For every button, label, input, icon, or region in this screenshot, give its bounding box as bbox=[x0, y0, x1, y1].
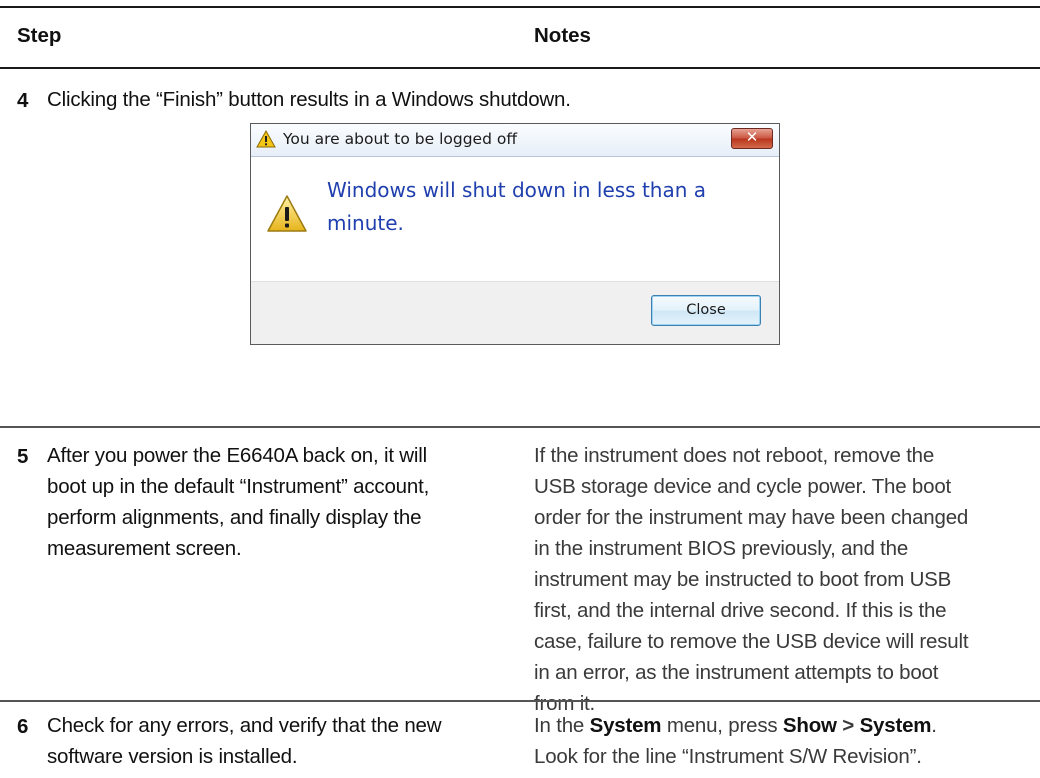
step-number-6: 6 bbox=[17, 715, 29, 738]
note-5-line-2: USB storage device and cycle power. The … bbox=[534, 475, 952, 498]
step-number-5: 5 bbox=[17, 445, 29, 468]
note-6-line-1: In the System menu, press Show > System. bbox=[534, 710, 937, 741]
dialog-footer: Close bbox=[251, 281, 779, 344]
table-top-rule bbox=[0, 6, 1040, 8]
header-notes: Notes bbox=[534, 24, 591, 47]
note-5-line-4: in the instrument BIOS previously, and t… bbox=[534, 537, 909, 560]
note-6-text-c: . bbox=[931, 714, 937, 737]
close-icon: ✕ bbox=[745, 128, 759, 146]
note-6-text-a: In the bbox=[534, 714, 590, 737]
dialog-message: Windows will shut down in less than a mi… bbox=[327, 178, 707, 235]
step-6-line-1: Check for any errors, and verify that th… bbox=[47, 714, 442, 737]
note-6-text-b: menu, press bbox=[661, 714, 783, 737]
dialog-title: You are about to be logged off bbox=[283, 130, 518, 148]
step-5-line-4: measurement screen. bbox=[47, 537, 242, 560]
note-5-line-1: If the instrument does not reboot, remov… bbox=[534, 444, 935, 467]
warning-icon bbox=[256, 130, 276, 148]
close-button[interactable]: Close bbox=[651, 295, 761, 326]
warning-icon-large bbox=[267, 195, 307, 232]
header-bottom-rule bbox=[0, 67, 1040, 69]
step-number-4: 4 bbox=[17, 89, 29, 112]
row-5-bottom-rule bbox=[0, 700, 1040, 702]
system-key: System bbox=[859, 714, 932, 737]
note-5-line-5: instrument may be instructed to boot fro… bbox=[534, 568, 952, 591]
note-5-line-7: case, failure to remove the USB device w… bbox=[534, 630, 969, 653]
key-separator: > bbox=[836, 714, 860, 737]
step-6-line-2: software version is installed. bbox=[47, 745, 298, 768]
show-key: Show bbox=[782, 714, 837, 737]
close-window-button[interactable]: ✕ bbox=[731, 128, 773, 149]
note-6-line-2: Look for the line “Instrument S/W Revisi… bbox=[534, 745, 922, 768]
dialog-titlebar: You are about to be logged off ✕ bbox=[251, 124, 779, 157]
note-5-line-3: order for the instrument may have been c… bbox=[534, 506, 969, 529]
step-5-line-1: After you power the E6640A back on, it w… bbox=[47, 444, 427, 467]
logoff-dialog: You are about to be logged off ✕ Windows… bbox=[250, 123, 780, 345]
step-4-text: Clicking the “Finish” button results in … bbox=[47, 88, 571, 111]
note-5-line-8: in an error, as the instrument attempts … bbox=[534, 661, 939, 684]
step-5-line-2: boot up in the default “Instrument” acco… bbox=[47, 475, 430, 498]
step-5-line-3: perform alignments, and finally display … bbox=[47, 506, 422, 529]
row-4-bottom-rule bbox=[0, 426, 1040, 428]
system-menu-name: System bbox=[589, 714, 662, 737]
header-step: Step bbox=[17, 24, 62, 47]
note-5-line-6: first, and the internal drive second. If… bbox=[534, 599, 947, 622]
